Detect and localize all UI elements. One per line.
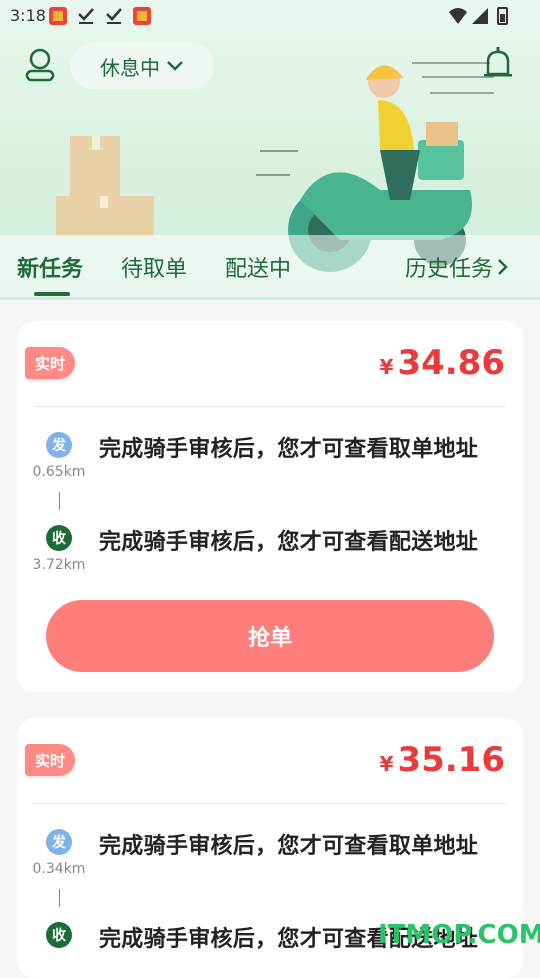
order-card: 实时 ¥34.86 发 0.65km 完成骑手审核后，您才可查看取单地址 收 3… <box>17 321 523 693</box>
active-tab-indicator <box>34 292 70 296</box>
watermark: ITMOP.COM <box>378 920 540 950</box>
status-time: 3:18 <box>10 6 46 25</box>
tab-to-pickup[interactable]: 待取单 <box>121 251 187 283</box>
dropoff-address: 完成骑手审核后，您才可查看配送地址 <box>99 530 479 555</box>
price-amount: 34.86 <box>397 343 505 383</box>
user-icon <box>25 48 55 82</box>
profile-button[interactable] <box>20 44 60 84</box>
pickup-address: 完成骑手审核后，您才可查看取单地址 <box>99 437 479 462</box>
tab-history[interactable]: 历史任务 <box>405 251 509 283</box>
currency-symbol: ¥ <box>379 752 394 776</box>
price-amount: 35.16 <box>397 740 505 780</box>
signal-icon <box>470 6 490 26</box>
status-bar: 3:18 <box>0 0 540 32</box>
order-tabs: 新任务 待取单 配送中 历史任务 <box>0 235 540 298</box>
pickup-address: 完成骑手审核后，您才可查看取单地址 <box>99 834 479 859</box>
download-complete-icon <box>76 6 96 26</box>
tab-delivering[interactable]: 配送中 <box>225 251 291 283</box>
tab-new-tasks[interactable]: 新任务 <box>17 251 83 283</box>
currency-symbol: ¥ <box>379 355 394 379</box>
download-complete-icon <box>104 6 124 26</box>
order-price: ¥34.86 <box>380 343 505 383</box>
chevron-down-icon <box>167 61 183 71</box>
pickup-icon: 发 <box>46 829 72 855</box>
tab-history-label: 历史任务 <box>405 257 494 282</box>
dropoff-icon: 收 <box>46 525 72 551</box>
chevron-right-icon <box>498 259 508 275</box>
order-price: ¥35.16 <box>380 740 505 780</box>
realtime-badge: 实时 <box>25 744 75 776</box>
divider <box>34 803 506 804</box>
pickup-distance: 0.65km <box>32 464 86 480</box>
battery-icon <box>492 6 512 26</box>
work-status-dropdown[interactable]: 休息中 <box>70 43 214 89</box>
wifi-icon <box>448 6 468 26</box>
route-connector <box>59 492 60 510</box>
route-connector <box>59 889 60 907</box>
divider <box>34 406 506 407</box>
dropoff-distance: 3.72km <box>32 557 86 573</box>
dropoff-icon: 收 <box>46 922 72 948</box>
realtime-badge: 实时 <box>25 347 75 379</box>
pickup-distance: 0.34km <box>32 861 86 877</box>
bell-icon <box>484 47 512 77</box>
app-notification-icon <box>132 6 152 26</box>
app-notification-icon <box>48 6 68 26</box>
notifications-button[interactable] <box>478 44 518 84</box>
grab-order-button[interactable]: 抢单 <box>46 600 494 672</box>
work-status-label: 休息中 <box>100 55 160 80</box>
pickup-icon: 发 <box>46 432 72 458</box>
